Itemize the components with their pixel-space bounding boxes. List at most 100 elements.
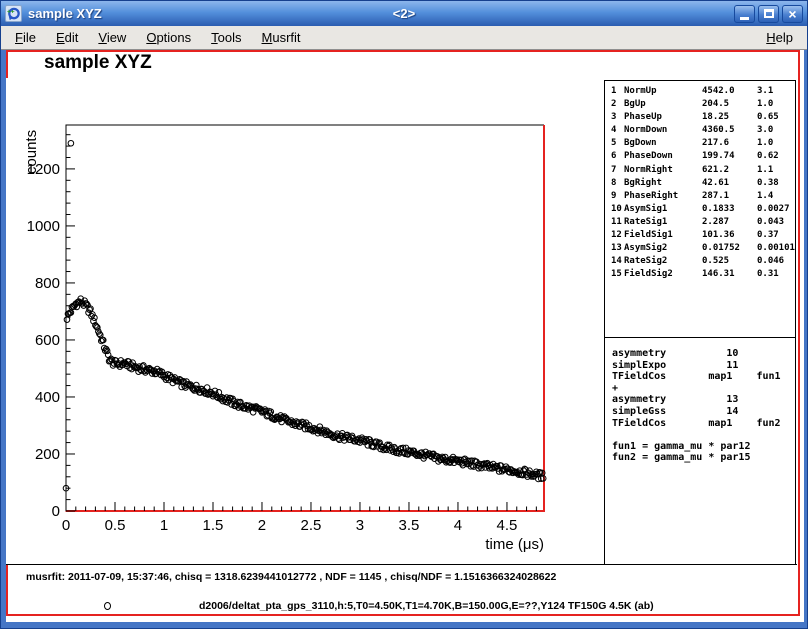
parameter-val: 101.36 xyxy=(702,229,757,242)
parameter-val: 2.287 xyxy=(702,216,757,229)
menu-items: FileEditViewOptionsToolsMusrfit xyxy=(5,27,311,48)
parameter-no: 4 xyxy=(611,124,624,137)
titlebar[interactable]: ++ sample XYZ <2> × xyxy=(1,1,807,26)
x-tick-label: 2.5 xyxy=(301,517,322,534)
plot-area[interactable]: 00.511.522.533.544.502004006008001000120… xyxy=(6,50,604,622)
parameter-name: PhaseRight xyxy=(624,190,702,203)
parameter-err: 1.0 xyxy=(757,98,795,111)
parameter-name: NormDown xyxy=(624,124,702,137)
parameter-no: 15 xyxy=(611,268,624,281)
parameter-no: 13 xyxy=(611,242,624,255)
parameter-row: 8BgRight42.610.38 xyxy=(605,177,795,190)
x-tick-label: 2 xyxy=(258,517,266,534)
parameter-row: 12FieldSig1101.360.37 xyxy=(605,229,795,242)
parameter-row: 4NormDown4360.53.0 xyxy=(605,124,795,137)
menu-item-view[interactable]: View xyxy=(88,27,136,48)
maximize-icon xyxy=(764,9,774,18)
fit-status-text: musrfit: 2011-07-09, 15:37:46, chisq = 1… xyxy=(26,571,556,583)
parameter-err: 0.043 xyxy=(757,216,795,229)
parameter-name: AsymSig1 xyxy=(624,203,702,216)
y-tick-label: 200 xyxy=(35,446,60,463)
parameter-err: 1.1 xyxy=(757,164,795,177)
menu-item-musrfit[interactable]: Musrfit xyxy=(252,27,311,48)
parameter-row: 1NormUp4542.03.1 xyxy=(605,85,795,98)
parameter-err: 3.1 xyxy=(757,85,795,98)
parameter-no: 7 xyxy=(611,164,624,177)
parameter-name: PhaseUp xyxy=(624,111,702,124)
app-icon: ++ xyxy=(5,5,22,22)
parameter-name: FieldSig1 xyxy=(624,229,702,242)
y-tick-label: 400 xyxy=(35,389,60,406)
x-tick-label: 1.5 xyxy=(203,517,224,534)
canvas-highlight-top xyxy=(6,50,800,52)
canvas-highlight-right xyxy=(798,50,800,616)
parameter-no: 6 xyxy=(611,150,624,163)
parameter-row: 7NormRight621.21.1 xyxy=(605,164,795,177)
menu-item-options[interactable]: Options xyxy=(136,27,201,48)
parameter-name: FieldSig2 xyxy=(624,268,702,281)
legend-row: d2006/deltat_pta_gps_3110,h:5,T0=4.50K,T… xyxy=(6,599,804,619)
parameter-err: 0.31 xyxy=(757,268,795,281)
canvas-highlight-left-upper xyxy=(6,50,8,78)
parameter-err: 3.0 xyxy=(757,124,795,137)
parameter-val: 0.525 xyxy=(702,255,757,268)
parameter-name: PhaseDown xyxy=(624,150,702,163)
menu-help[interactable]: Help xyxy=(756,27,803,48)
parameter-name: BgDown xyxy=(624,137,702,150)
parameter-name: BgRight xyxy=(624,177,702,190)
minimize-button[interactable] xyxy=(734,5,755,23)
parameter-row: 10AsymSig10.18330.0027 xyxy=(605,203,795,216)
close-button[interactable]: × xyxy=(782,5,803,23)
parameter-err: 1.4 xyxy=(757,190,795,203)
parameter-no: 1 xyxy=(611,85,624,98)
root-canvas[interactable]: 00.511.522.533.544.502004006008001000120… xyxy=(6,50,804,622)
menu-item-tools[interactable]: Tools xyxy=(201,27,251,48)
y-tick-label: 0 xyxy=(52,503,60,520)
theory-pad: asymmetry 10 simplExpo 11 TFieldCos map1… xyxy=(604,337,796,565)
parameter-row: 5BgDown217.61.0 xyxy=(605,137,795,150)
x-tick-label: 4 xyxy=(454,517,462,534)
parameter-val: 146.31 xyxy=(702,268,757,281)
maximize-button[interactable] xyxy=(758,5,779,23)
x-tick-label: 0.5 xyxy=(105,517,126,534)
x-tick-label: 3 xyxy=(356,517,364,534)
parameter-row: 13AsymSig20.017520.00101 xyxy=(605,242,795,255)
parameter-no: 12 xyxy=(611,229,624,242)
x-axis-title: time (μs) xyxy=(485,536,544,553)
x-tick-label: 0 xyxy=(62,517,70,534)
data-point xyxy=(64,317,70,323)
minimize-icon xyxy=(740,17,749,20)
parameter-pad: 1NormUp4542.03.12BgUp204.51.03PhaseUp18.… xyxy=(604,80,796,338)
parameter-name: NormRight xyxy=(624,164,702,177)
close-icon: × xyxy=(788,7,796,21)
y-tick-label: 1000 xyxy=(27,218,60,235)
parameter-err: 0.65 xyxy=(757,111,795,124)
parameter-val: 287.1 xyxy=(702,190,757,203)
parameter-val: 217.6 xyxy=(702,137,757,150)
parameter-val: 18.25 xyxy=(702,111,757,124)
y-axis-title: counts xyxy=(23,130,40,174)
menu-item-file[interactable]: File xyxy=(5,27,46,48)
legend-marker-icon xyxy=(104,602,111,610)
data-point xyxy=(68,140,74,146)
y-tick-label: 800 xyxy=(35,275,60,292)
plot-title: sample XYZ xyxy=(44,52,152,74)
parameter-no: 14 xyxy=(611,255,624,268)
theory-text: asymmetry 10 simplExpo 11 TFieldCos map1… xyxy=(605,338,795,464)
workspace-indicator: <2> xyxy=(1,6,807,21)
parameter-val: 199.74 xyxy=(702,150,757,163)
parameter-err: 1.0 xyxy=(757,137,795,150)
parameter-name: RateSig2 xyxy=(624,255,702,268)
parameter-row: 9PhaseRight287.11.4 xyxy=(605,190,795,203)
svg-text:++: ++ xyxy=(7,9,15,16)
parameter-err: 0.38 xyxy=(757,177,795,190)
parameter-val: 0.01752 xyxy=(702,242,757,255)
canvas-wrap: 00.511.522.533.544.502004006008001000120… xyxy=(1,50,807,628)
parameter-row: 3PhaseUp18.250.65 xyxy=(605,111,795,124)
menu-item-edit[interactable]: Edit xyxy=(46,27,88,48)
parameter-err: 0.62 xyxy=(757,150,795,163)
parameter-val: 4360.5 xyxy=(702,124,757,137)
parameter-err: 0.00101 xyxy=(757,242,795,255)
parameter-err: 0.046 xyxy=(757,255,795,268)
parameter-err: 0.0027 xyxy=(757,203,795,216)
